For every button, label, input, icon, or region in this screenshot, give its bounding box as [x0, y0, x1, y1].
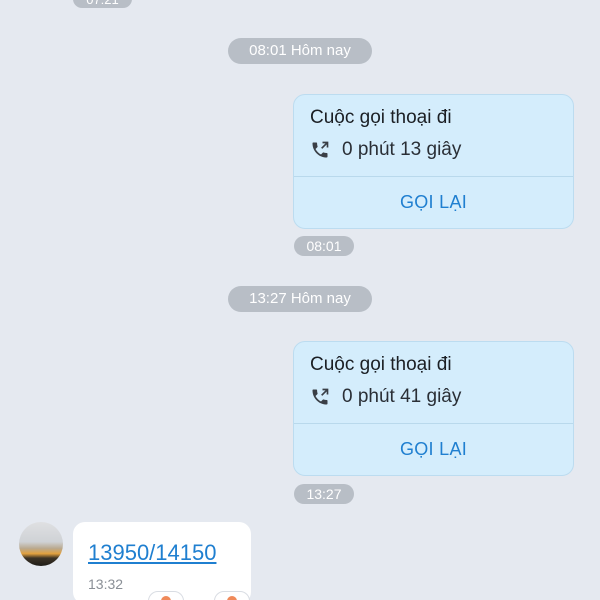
message-time: 13:32 [88, 576, 124, 592]
reaction-icon [227, 596, 237, 600]
date-separator-pill: 08:01 Hôm nay [228, 38, 372, 64]
incoming-message-bubble[interactable]: 13950/14150 13:32 [73, 522, 251, 600]
chat-message-list[interactable]: 07:21 08:01 Hôm nay Cuộc gọi thoại đi 0 … [0, 0, 600, 600]
reaction-chip[interactable] [148, 591, 184, 600]
phone-outgoing-icon [310, 140, 330, 160]
call-duration-row: 0 phút 41 giây [310, 385, 461, 409]
call-duration-row: 0 phút 13 giây [310, 138, 461, 162]
call-duration: 0 phút 41 giây [342, 386, 462, 407]
message-link[interactable]: 13950/14150 [88, 540, 216, 566]
reaction-icon [161, 596, 171, 600]
call-title: Cuộc gọi thoại đi [310, 354, 452, 375]
message-time-pill: 07:21 [73, 0, 132, 8]
call-back-button[interactable]: GỌI LẠI [294, 424, 573, 475]
outgoing-call-card[interactable]: Cuộc gọi thoại đi 0 phút 41 giây GỌI LẠI [293, 341, 574, 476]
message-time-pill: 13:27 [294, 484, 354, 504]
call-back-button[interactable]: GỌI LẠI [294, 177, 573, 228]
phone-outgoing-icon [310, 387, 330, 407]
reaction-chip[interactable] [214, 591, 250, 600]
date-separator-pill: 13:27 Hôm nay [228, 286, 372, 312]
call-duration: 0 phút 13 giây [342, 139, 462, 160]
message-time-pill: 08:01 [294, 236, 354, 256]
outgoing-call-card[interactable]: Cuộc gọi thoại đi 0 phút 13 giây GỌI LẠI [293, 94, 574, 229]
call-title: Cuộc gọi thoại đi [310, 107, 452, 128]
sender-avatar[interactable] [19, 522, 63, 566]
